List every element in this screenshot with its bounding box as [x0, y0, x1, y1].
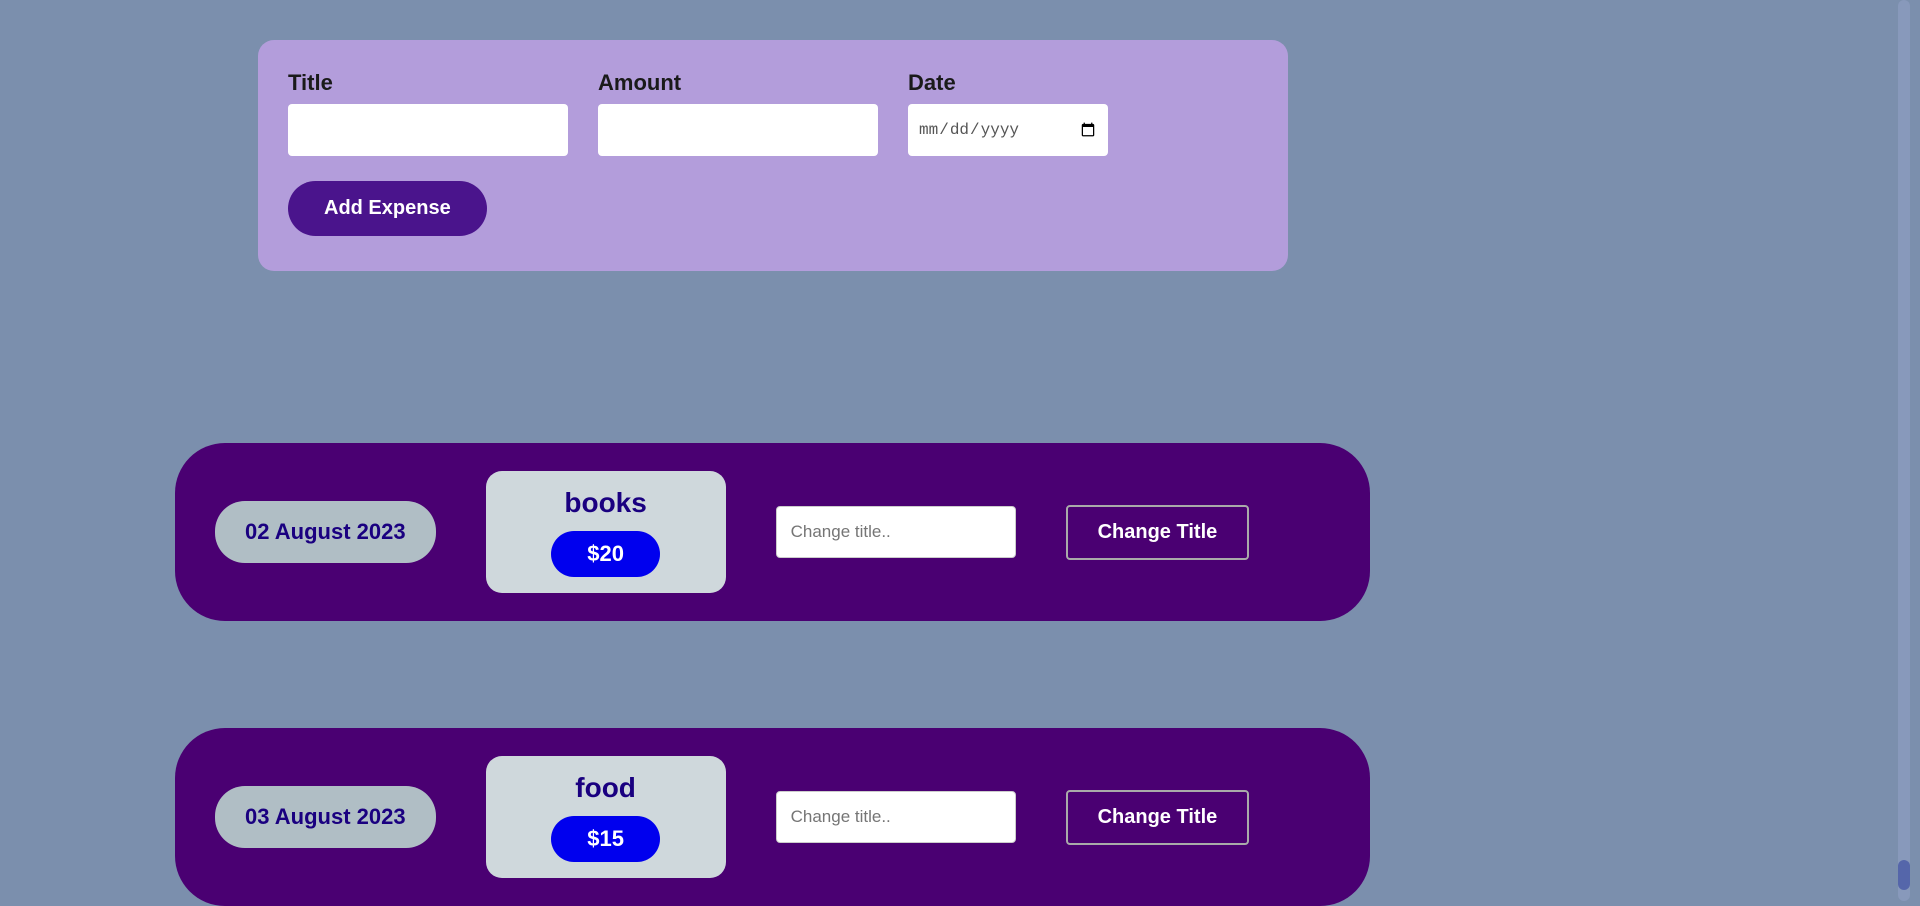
- amount-label: Amount: [598, 70, 878, 96]
- add-expense-button[interactable]: Add Expense: [288, 181, 487, 236]
- change-title-button[interactable]: Change Title: [1066, 790, 1250, 845]
- add-expense-form: Title Amount Date Add Expense: [258, 40, 1288, 271]
- title-field: Title: [288, 70, 568, 156]
- title-card: books $20: [486, 471, 726, 593]
- expense-amount: $20: [551, 531, 660, 577]
- title-card: food $15: [486, 756, 726, 878]
- expense-date: 03 August 2023: [245, 804, 406, 829]
- expense-item: 03 August 2023 food $15 Change Title: [175, 728, 1370, 906]
- date-badge: 02 August 2023: [215, 501, 436, 563]
- change-title-input[interactable]: [776, 506, 1016, 558]
- date-label: Date: [908, 70, 1108, 96]
- expense-title: food: [575, 772, 636, 804]
- title-input[interactable]: [288, 104, 568, 156]
- date-input[interactable]: [908, 104, 1108, 156]
- expense-item: 02 August 2023 books $20 Change Title: [175, 443, 1370, 621]
- change-title-input[interactable]: [776, 791, 1016, 843]
- date-badge: 03 August 2023: [215, 786, 436, 848]
- change-title-button[interactable]: Change Title: [1066, 505, 1250, 560]
- amount-input[interactable]: [598, 104, 878, 156]
- expense-date: 02 August 2023: [245, 519, 406, 544]
- scrollbar-thumb[interactable]: [1898, 860, 1910, 890]
- title-label: Title: [288, 70, 568, 96]
- expense-title: books: [564, 487, 646, 519]
- scrollbar-track: [1898, 0, 1910, 901]
- expense-amount: $15: [551, 816, 660, 862]
- date-field: Date: [908, 70, 1108, 156]
- amount-field: Amount: [598, 70, 878, 156]
